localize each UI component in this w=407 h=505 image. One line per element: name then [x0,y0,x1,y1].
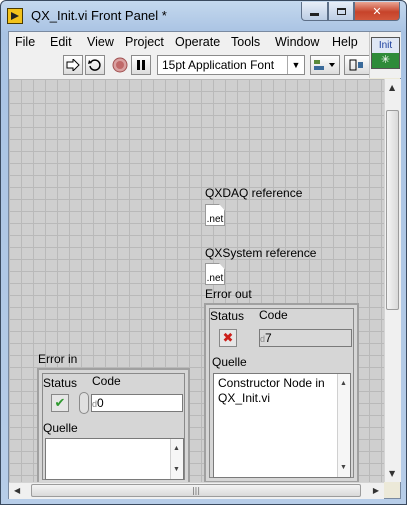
window-title: QX_Init.vi Front Panel * [31,8,167,23]
pause-icon [137,60,145,70]
error-out-code-value: 7 [265,331,272,345]
vi-icon-symbol: ✳ [372,53,399,68]
run-continuously-button[interactable] [85,55,105,75]
dotnet-icon: .net [206,273,224,284]
align-objects-button[interactable] [310,55,340,75]
scroll-right-icon[interactable]: ▶ [373,486,379,495]
menu-operate[interactable]: Operate [175,35,220,49]
error-in-source-label: Quelle [43,421,78,435]
vertical-scroll-thumb[interactable] [386,110,399,310]
front-panel-grid[interactable]: QXDAQ reference .net QXSystem reference … [9,79,384,485]
error-out-status-indicator: ✖ [219,329,237,347]
close-button[interactable]: ✕ [354,2,400,21]
error-in-label: Error in [38,352,78,366]
qxsystem-reference-refnum[interactable]: .net [205,263,225,285]
scroll-up-icon[interactable]: ▲ [389,83,395,92]
maximize-icon [336,7,346,15]
error-x-icon: ✖ [222,330,234,346]
error-in-cluster: Status Code ✔ d0 Quelle ▲ ▼ [37,368,190,485]
error-in-status-label: Status [43,376,78,390]
close-icon: ✕ [372,4,382,18]
checkmark-icon: ✔ [54,395,66,411]
error-out-source-textbox[interactable]: Constructor Node in QX_Init.vi ▲ ▼ [213,373,351,478]
minimize-button[interactable] [301,2,328,21]
abort-icon [112,57,128,73]
menu-help[interactable]: Help [332,35,358,49]
menu-bar: File Edit View Project Operate Tools Win… [9,32,369,52]
error-out-source-label: Quelle [212,355,247,369]
horizontal-scrollbar[interactable]: ◀ ||| ▶ [9,482,384,499]
font-select[interactable]: 15pt Application Font ▼ [157,55,305,75]
window-controls: ✕ [301,2,400,22]
source-scrollbar[interactable]: ▲ ▼ [170,439,183,479]
maximize-button[interactable] [328,2,354,21]
distribute-objects-button[interactable] [344,55,369,75]
menu-window[interactable]: Window [275,35,319,49]
menu-tools[interactable]: Tools [231,35,260,49]
error-out-label: Error out [205,287,252,301]
source-scrollbar[interactable]: ▲ ▼ [337,374,350,477]
vertical-scrollbar[interactable]: ▲ ▼ [384,79,401,482]
scroll-up-icon: ▲ [340,380,347,387]
run-button[interactable] [63,55,83,75]
font-select-value: 15pt Application Font [162,58,275,72]
qxdaq-reference-label: QXDAQ reference [205,186,303,200]
labview-front-panel-window: QX_Init.vi Front Panel * ✕ File Edit Vie… [0,0,407,505]
error-out-code-indicator: d7 [259,329,352,347]
error-out-status-label: Status [210,309,245,323]
error-in-source-textbox[interactable]: ▲ ▼ [45,438,184,480]
scroll-down-icon[interactable]: ▼ [389,469,395,478]
vi-icon[interactable]: Init ✳ [371,37,400,69]
error-in-status-checkbox[interactable]: ✔ [51,394,69,412]
title-bar[interactable]: QX_Init.vi Front Panel * ✕ [1,1,406,31]
pause-button[interactable] [131,55,151,75]
run-continuously-icon [88,59,101,71]
qxdaq-reference-refnum[interactable]: .net [205,204,225,226]
error-out-source-value: Constructor Node in QX_Init.vi [218,376,325,405]
horizontal-scroll-thumb[interactable]: ||| [31,484,361,497]
dotnet-icon: .net [206,214,224,225]
menu-edit[interactable]: Edit [50,35,72,49]
window-client-area: File Edit View Project Operate Tools Win… [8,31,401,499]
abort-button[interactable] [110,55,130,75]
scroll-down-icon: ▼ [340,464,347,471]
qxsystem-reference-label: QXSystem reference [205,246,317,260]
error-out-cluster: Status Code ✖ d7 Quelle Constructor Node… [204,303,359,483]
error-in-code-label: Code [92,374,121,388]
error-in-code-field[interactable]: d0 [91,394,183,412]
distribute-objects-icon [349,59,363,71]
align-objects-icon [314,60,335,70]
menu-file[interactable]: File [15,35,35,49]
menu-project[interactable]: Project [125,35,164,49]
error-in-code-value: 0 [97,396,104,410]
labview-app-icon [7,8,23,24]
toolbar: 15pt Application Font ▼ [9,52,369,80]
code-increment-stepper[interactable] [79,392,89,414]
vi-icon-pane: Init ✳ [369,32,401,78]
minimize-icon [310,12,319,16]
chevron-down-icon: ▼ [287,56,304,74]
error-out-code-label: Code [259,308,288,322]
run-arrow-icon [66,59,80,71]
scroll-up-icon: ▲ [173,445,180,452]
scroll-left-icon[interactable]: ◀ [14,486,20,495]
vi-icon-label: Init [372,38,399,53]
menu-view[interactable]: View [87,35,114,49]
scroll-down-icon: ▼ [173,466,180,473]
